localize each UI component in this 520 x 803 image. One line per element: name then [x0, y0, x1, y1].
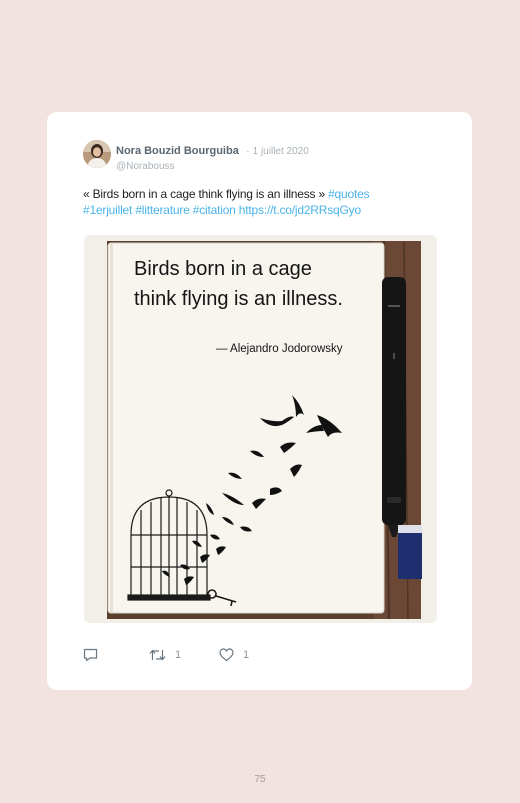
image-attribution: — Alejandro Jodorowsky	[216, 343, 343, 355]
hashtag-litterature[interactable]: #litterature	[135, 203, 189, 217]
hashtag-1erjuillet[interactable]: #1erjuillet	[83, 203, 132, 217]
like-count: 1	[243, 649, 250, 661]
tweet-image[interactable]: Birds born in a cage think flying is an …	[84, 235, 437, 623]
tweet-actions: 1 1	[83, 646, 303, 664]
tweet-header: Nora Bouzid Bourguiba · 1 juillet 2020 @N…	[116, 141, 456, 172]
reply-icon	[83, 648, 98, 662]
tweet-card: Nora Bouzid Bourguiba · 1 juillet 2020 @N…	[47, 112, 472, 690]
tweet-link[interactable]: https://t.co/jd2RRsqGyo	[239, 203, 361, 217]
retweet-count: 1	[175, 649, 182, 661]
hashtag-quotes[interactable]: #quotes	[328, 187, 370, 201]
author-handle[interactable]: @Norabouss	[116, 161, 456, 172]
page-number: 75	[254, 774, 266, 785]
tweet-text-plain: « Birds born in a cage think flying is a…	[83, 187, 329, 201]
tweet-date[interactable]: 1 juillet 2020	[253, 146, 309, 157]
like-button[interactable]: 1	[219, 646, 249, 664]
date-separator: ·	[246, 146, 250, 157]
image-quote-line2: think flying is an illness.	[134, 288, 343, 310]
image-quote-line1: Birds born in a cage	[134, 258, 312, 280]
retweet-button[interactable]: 1	[149, 646, 181, 664]
avatar[interactable]	[83, 140, 111, 168]
author-name[interactable]: Nora Bouzid Bourguiba	[116, 145, 239, 157]
heart-icon	[219, 648, 234, 662]
hashtag-citation[interactable]: #citation	[193, 203, 236, 217]
tweet-text: « Birds born in a cage think flying is a…	[83, 186, 443, 218]
retweet-icon	[149, 649, 166, 661]
reply-button[interactable]	[83, 646, 98, 664]
